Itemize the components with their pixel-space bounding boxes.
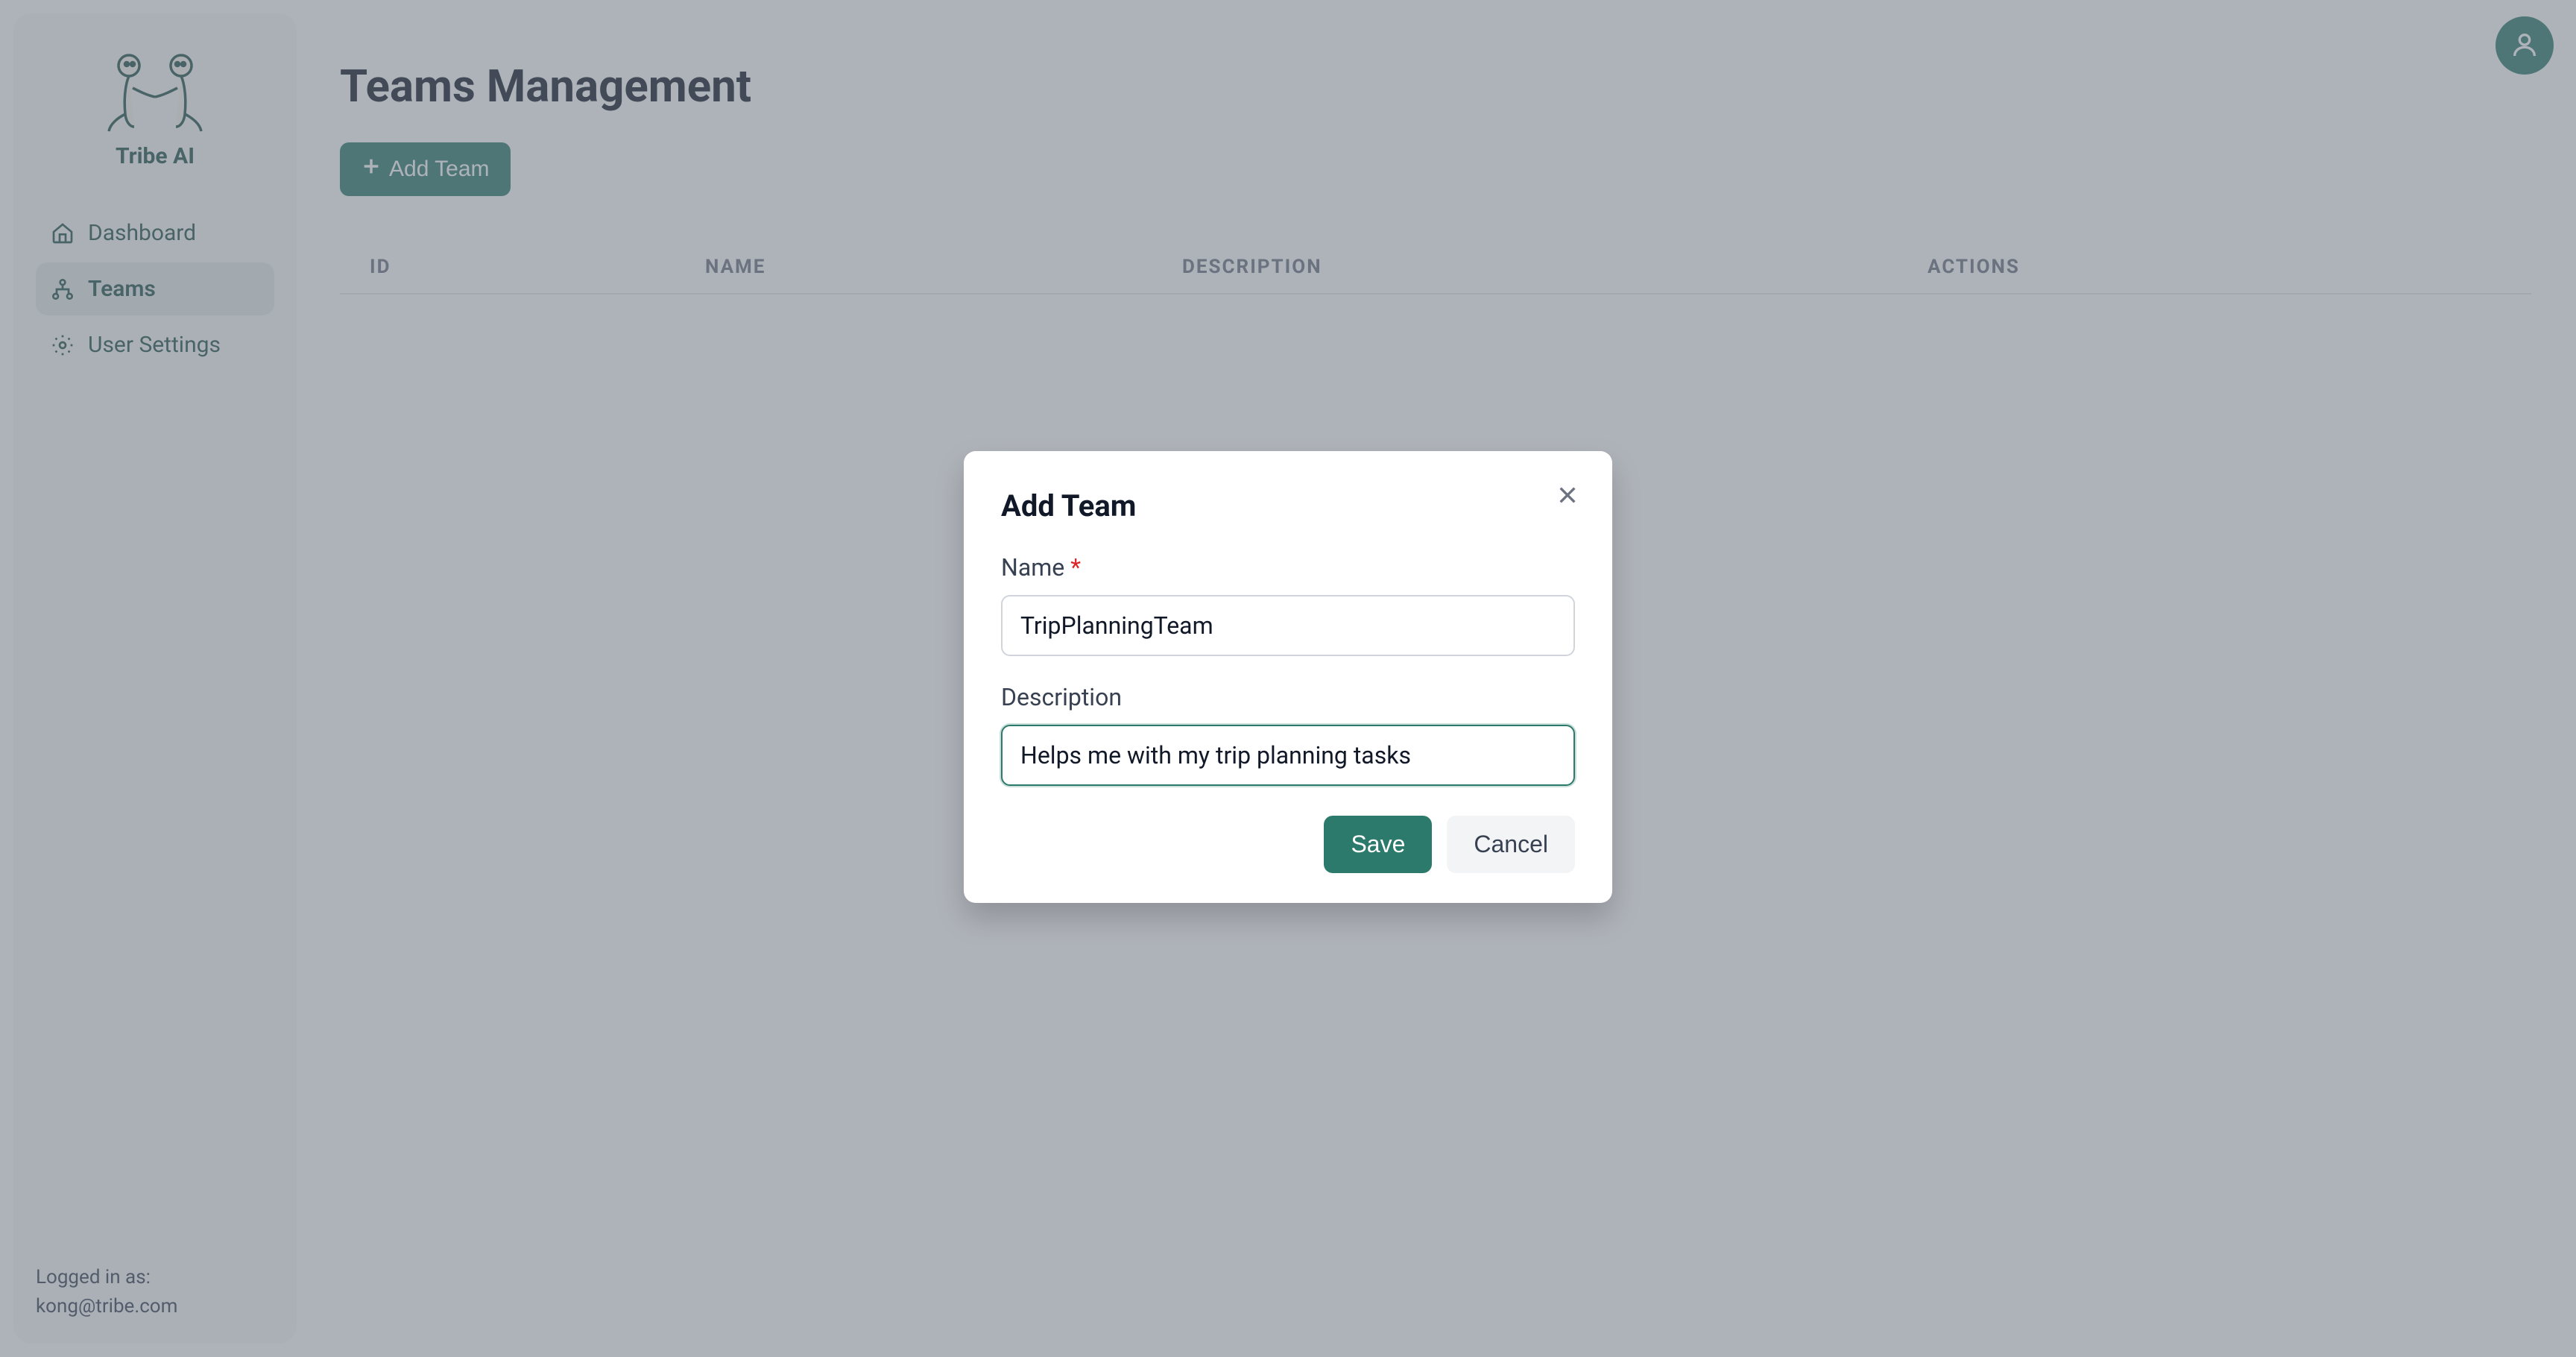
add-team-modal: Add Team Name * Description Save Cancel bbox=[964, 451, 1612, 903]
modal-title: Add Team bbox=[1001, 488, 1575, 523]
modal-actions: Save Cancel bbox=[1001, 816, 1575, 873]
name-input[interactable] bbox=[1001, 595, 1575, 656]
save-button[interactable]: Save bbox=[1324, 816, 1432, 873]
description-label: Description bbox=[1001, 683, 1575, 711]
form-group-description: Description bbox=[1001, 683, 1575, 786]
name-label: Name * bbox=[1001, 553, 1575, 582]
cancel-button[interactable]: Cancel bbox=[1447, 816, 1575, 873]
modal-close-button[interactable] bbox=[1553, 481, 1582, 511]
close-icon bbox=[1556, 483, 1579, 509]
description-input[interactable] bbox=[1001, 725, 1575, 786]
form-group-name: Name * bbox=[1001, 553, 1575, 656]
modal-overlay[interactable]: Add Team Name * Description Save Cancel bbox=[0, 0, 2576, 1357]
required-indicator: * bbox=[1070, 553, 1081, 582]
